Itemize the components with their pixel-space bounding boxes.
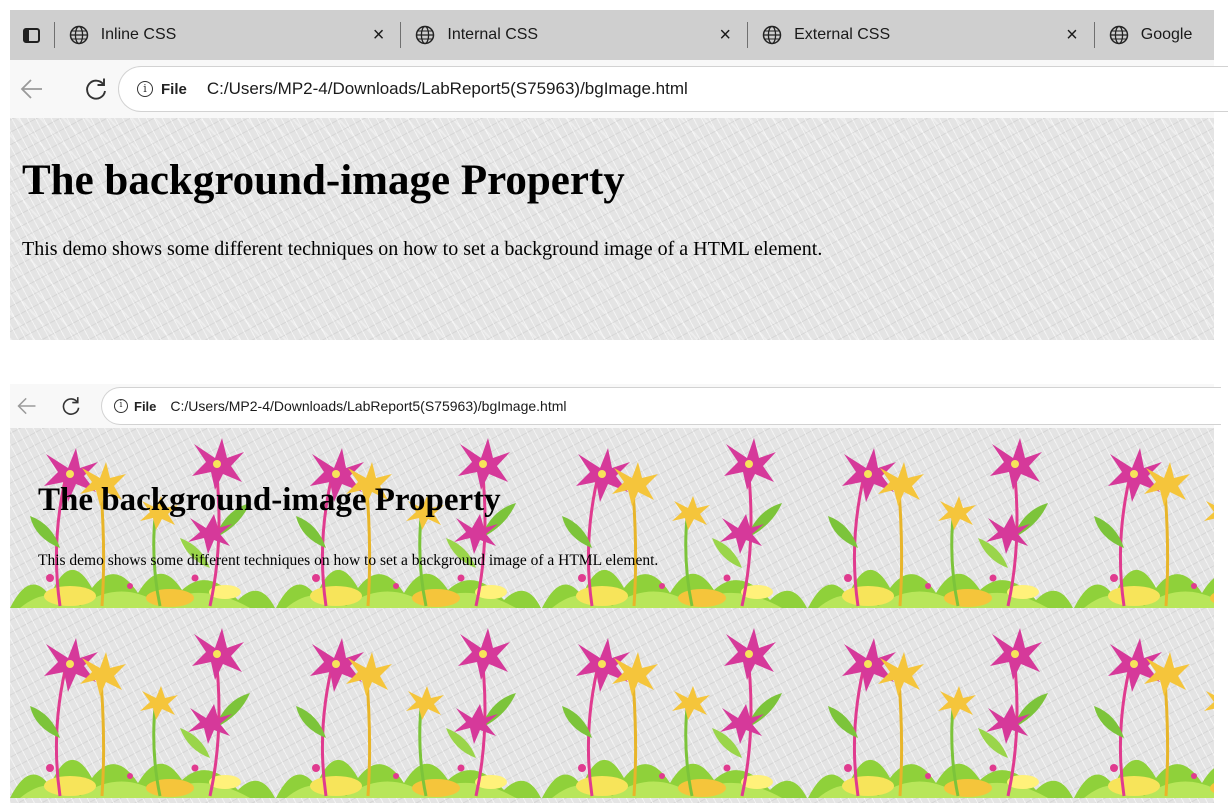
page-paragraph: This demo shows some different technique…: [22, 238, 823, 260]
tab-actions-icon: [23, 27, 41, 43]
page-heading: The background-image Property: [38, 482, 501, 518]
tab-title: Google: [1140, 26, 1193, 43]
globe-icon: [69, 25, 88, 45]
tab-title: External CSS: [794, 26, 891, 43]
browser-toolbar: i File C:/Users/MP2-4/Downloads/LabRepor…: [10, 384, 1221, 428]
close-icon[interactable]: ×: [373, 23, 385, 47]
tab-google[interactable]: Google: [1095, 10, 1214, 60]
globe-icon: [762, 25, 782, 45]
tab-title: Inline CSS: [100, 26, 177, 43]
browser-toolbar: i File C:/Users/MP2-4/Downloads/LabRepor…: [10, 60, 1228, 118]
url-text[interactable]: C:/Users/MP2-4/Downloads/LabReport5(S759…: [170, 398, 566, 414]
page-content-flower-background: The background-image Property This demo …: [10, 428, 1214, 803]
tab-internal-css[interactable]: Internal CSS ×: [401, 10, 747, 60]
scheme-chip[interactable]: File: [161, 81, 187, 98]
info-icon[interactable]: i: [137, 81, 153, 97]
tab-inline-css[interactable]: Inline CSS ×: [55, 10, 401, 60]
url-text[interactable]: C:/Users/MP2-4/Downloads/LabReport5(S759…: [207, 79, 688, 99]
back-arrow-icon[interactable]: [19, 76, 45, 102]
reload-icon[interactable]: [60, 395, 82, 417]
scheme-chip[interactable]: File: [134, 399, 156, 414]
globe-icon: [1109, 25, 1129, 45]
page-paragraph: This demo shows some different technique…: [38, 552, 659, 569]
page-heading: The background-image Property: [22, 157, 625, 204]
tab-external-css[interactable]: External CSS ×: [748, 10, 1094, 60]
close-icon[interactable]: ×: [719, 23, 731, 47]
address-bar[interactable]: i File C:/Users/MP2-4/Downloads/LabRepor…: [118, 66, 1228, 112]
back-arrow-icon[interactable]: [16, 395, 38, 417]
close-icon[interactable]: ×: [1066, 23, 1078, 47]
tab-actions-button[interactable]: [10, 10, 54, 60]
tab-title: Internal CSS: [447, 26, 539, 43]
tab-strip: Inline CSS × Internal CSS × External CSS…: [10, 10, 1214, 60]
info-icon[interactable]: i: [114, 399, 128, 413]
globe-icon: [416, 25, 435, 45]
address-bar[interactable]: i File C:/Users/MP2-4/Downloads/LabRepor…: [101, 387, 1221, 425]
reload-icon[interactable]: [83, 76, 109, 102]
page-content-plain-texture: The background-image Property This demo …: [10, 118, 1214, 340]
